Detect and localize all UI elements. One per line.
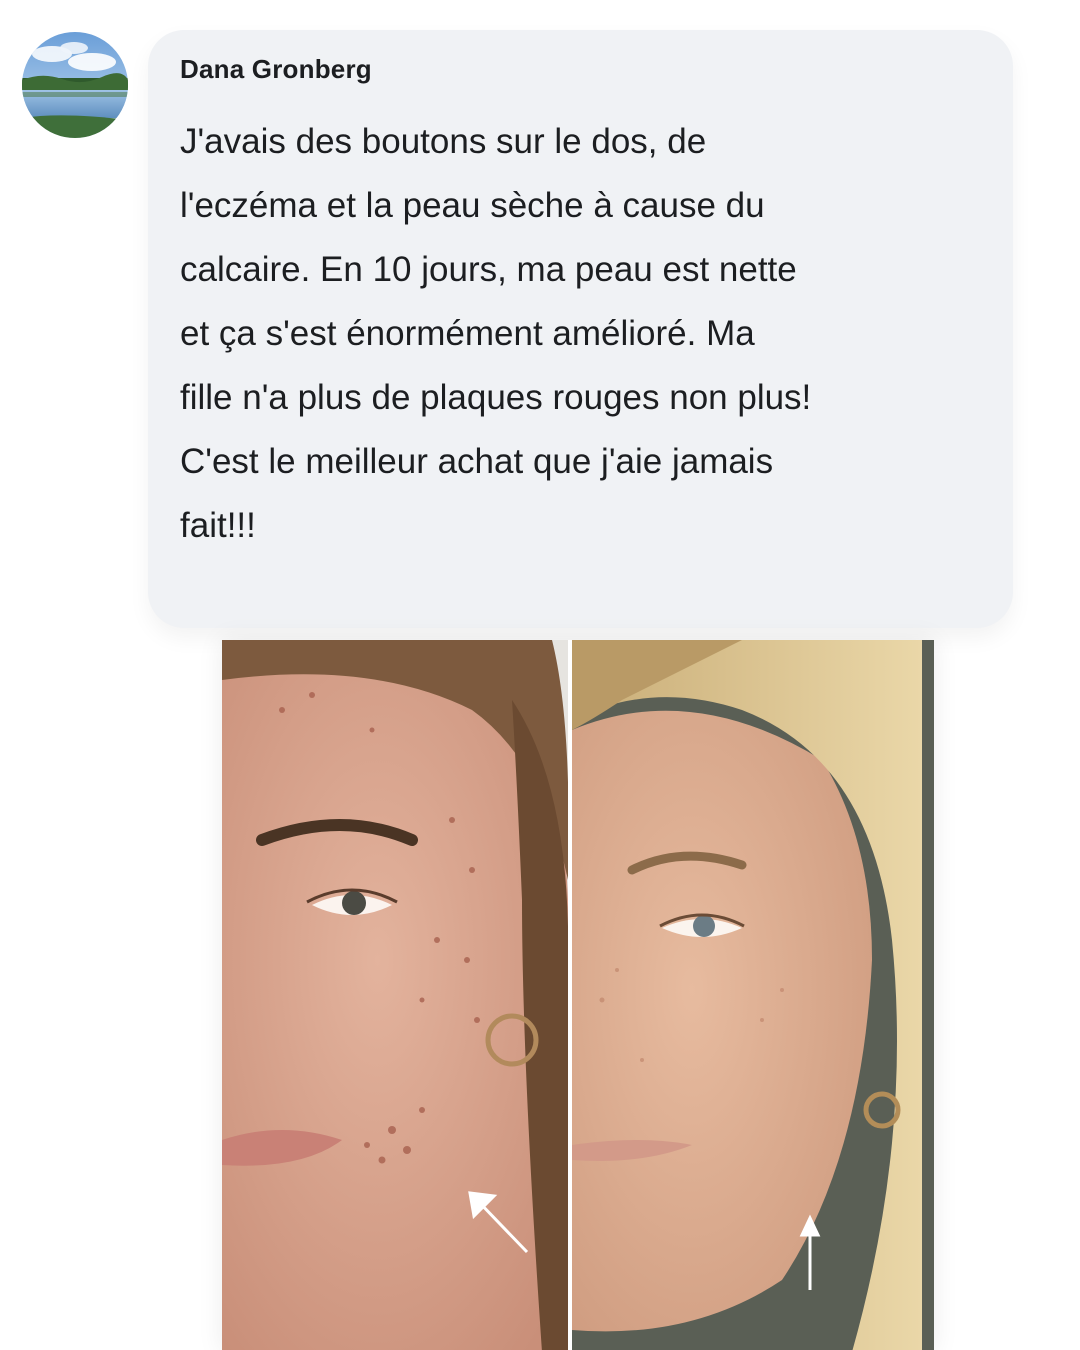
before-after-photo[interactable] — [222, 640, 934, 1350]
comment-card: Dana Gronberg J'avais des boutons sur le… — [0, 0, 1080, 1350]
before-after-face-photo — [222, 640, 934, 1350]
avatar[interactable] — [22, 32, 128, 138]
comment-author[interactable]: Dana Gronberg — [180, 54, 372, 85]
lake-landscape-avatar — [22, 32, 128, 138]
comment-bubble: Dana Gronberg J'avais des boutons sur le… — [148, 30, 1013, 628]
before-photo — [222, 640, 568, 1350]
comment-text: J'avais des boutons sur le dos, de l'ecz… — [180, 122, 812, 545]
after-photo — [572, 640, 934, 1350]
